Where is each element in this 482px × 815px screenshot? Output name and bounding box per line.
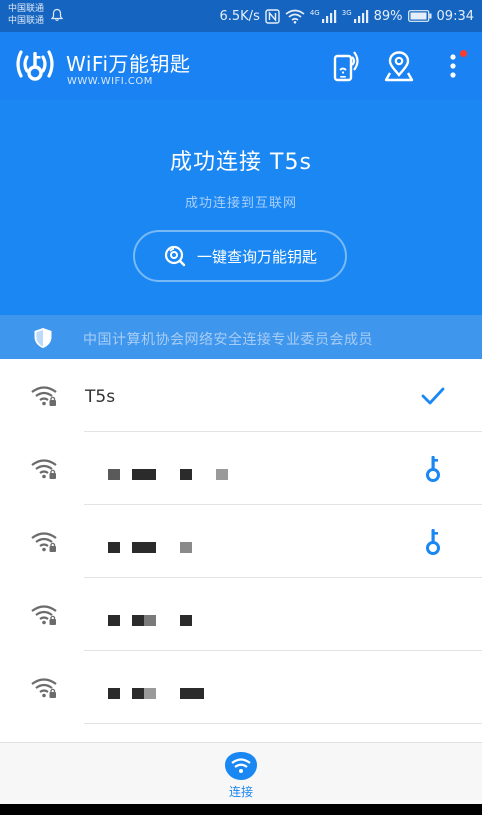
network-speed: 6.5K/s: [219, 8, 260, 24]
notification-bell-icon: [50, 8, 64, 21]
wifi-signal-icon: [31, 459, 57, 479]
query-key-button[interactable]: 一键查询万能钥匙: [133, 230, 347, 282]
app-subtitle: WWW.WIFI.COM: [67, 76, 153, 87]
nfc-icon: [265, 8, 280, 24]
connect-tab-icon: [225, 752, 257, 780]
security-strip: 中国计算机协会网络安全连接专业委员会成员: [0, 315, 482, 359]
shield-icon: [34, 328, 52, 348]
wifi-item[interactable]: [0, 578, 482, 651]
battery-percent: 89%: [373, 8, 403, 24]
wifi-item[interactable]: [0, 432, 482, 505]
phone-signal-icon[interactable]: [328, 49, 362, 83]
status-bar: 中国联通 中国联通 6.5K/s 4G 3G 89% 09:34: [0, 0, 482, 32]
signal-3g-icon: [353, 10, 368, 23]
battery-icon: [407, 10, 432, 22]
map-pin-icon[interactable]: [382, 49, 416, 83]
blurred-ssid: [108, 615, 192, 626]
security-text: 中国计算机协会网络安全连接专业委员会成员: [83, 332, 373, 348]
carrier-1: 中国联通: [8, 4, 45, 14]
network-4g-label: 4G: [309, 9, 320, 17]
wifi-signal-icon: [31, 532, 57, 552]
check-icon: [421, 387, 445, 405]
search-key-icon: [164, 245, 186, 267]
connection-hero: 成功连接 T5s 成功连接到互联网 一键查询万能钥匙: [0, 100, 482, 315]
wifi-item[interactable]: [0, 505, 482, 578]
carrier-2: 中国联通: [8, 16, 45, 26]
nav-connect-tab[interactable]: 连接: [211, 751, 271, 803]
key-icon: [426, 456, 440, 482]
blurred-ssid: [108, 542, 192, 553]
query-key-label: 一键查询万能钥匙: [196, 247, 317, 266]
status-time: 09:34: [436, 8, 474, 24]
app-bar: WiFi万能钥匙 WWW.WIFI.COM: [0, 32, 482, 100]
wifi-status-icon: [285, 9, 305, 24]
status-right: 6.5K/s 4G 3G 89% 09:34: [219, 0, 474, 32]
wifi-item-connected[interactable]: T5s: [0, 359, 482, 432]
wifi-list: T5s: [0, 359, 482, 742]
wifi-ssid: T5s: [85, 387, 116, 407]
wifi-signal-icon: [31, 386, 57, 406]
network-3g-label: 3G: [341, 9, 352, 17]
wifi-item[interactable]: [0, 651, 482, 724]
carrier-info: 中国联通 中国联通: [8, 3, 44, 27]
wifi-signal-icon: [31, 605, 57, 625]
notification-badge: [460, 50, 467, 57]
blurred-ssid: [108, 469, 228, 480]
wifi-signal-icon: [31, 678, 57, 698]
blurred-ssid: [108, 688, 204, 699]
nav-connect-label: 连接: [228, 785, 253, 799]
signal-4g-icon: [321, 10, 336, 23]
row-divider: [84, 723, 482, 724]
wifi-key-logo-icon: [16, 50, 54, 81]
system-nav-bar: [0, 804, 482, 815]
connection-title: 成功连接 T5s: [170, 150, 312, 175]
key-icon: [426, 529, 440, 555]
connection-subtitle: 成功连接到互联网: [184, 196, 297, 211]
app-title: WiFi万能钥匙: [66, 52, 191, 76]
bottom-nav: 连接: [0, 742, 482, 804]
